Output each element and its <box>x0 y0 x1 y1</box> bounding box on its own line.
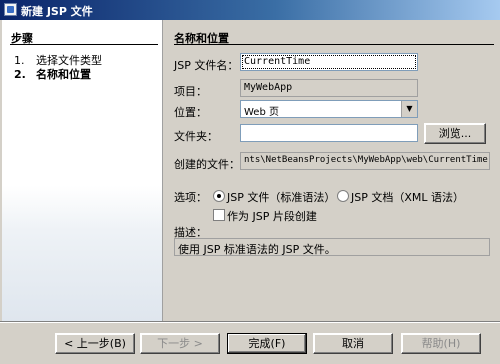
chevron-down-icon[interactable]: ▼ <box>401 101 417 117</box>
title-bar[interactable]: 新建 JSP 文件 <box>0 0 500 20</box>
folder-input[interactable] <box>240 124 418 142</box>
next-button[interactable]: 下一步 > <box>140 333 220 354</box>
radio-jsp-xml-label[interactable]: JSP 文档（XML 语法） <box>351 189 464 205</box>
app-icon <box>4 3 17 16</box>
step-2-number: 2. <box>14 68 26 81</box>
created-file-label: 创建的文件： <box>174 158 240 171</box>
project-field: MyWebApp <box>240 79 418 97</box>
folder-label: 文件夹： <box>174 130 218 143</box>
radio-jsp-standard-label[interactable]: JSP 文件（标准语法） <box>227 189 335 205</box>
filename-input[interactable]: CurrentTime <box>240 53 418 71</box>
name-location-panel: 名称和位置 JSP 文件名： CurrentTime 项目： MyWebApp … <box>164 20 498 321</box>
location-select[interactable]: Web 页 ▼ <box>240 100 418 118</box>
step-2: 2. 名称和位置 <box>14 66 91 82</box>
back-button[interactable]: < 上一步(B) <box>55 333 135 354</box>
created-file-field: nts\NetBeansProjects\MyWebApp\web\Curren… <box>240 152 490 170</box>
help-button[interactable]: 帮助(H) <box>401 333 481 354</box>
panel-divider <box>174 44 494 45</box>
steps-pane: 步骤 1. 选择文件类型 2. 名称和位置 <box>2 20 163 321</box>
filename-label: JSP 文件名： <box>174 59 239 72</box>
location-label: 位置： <box>174 106 207 119</box>
description-text: 使用 JSP 标准语法的 JSP 文件。 <box>174 238 490 256</box>
step-2-label: 名称和位置 <box>36 68 91 81</box>
new-jsp-file-dialog: 新建 JSP 文件 步骤 1. 选择文件类型 2. 名称和位置 名称和位置 JSP … <box>0 0 500 364</box>
segment-checkbox[interactable] <box>213 209 225 221</box>
project-label: 项目： <box>174 85 207 98</box>
radio-jsp-standard[interactable] <box>213 190 225 202</box>
location-selected-value: Web 页 <box>244 107 279 118</box>
window-title: 新建 JSP 文件 <box>21 5 93 18</box>
footer-divider <box>0 321 500 323</box>
cancel-button[interactable]: 取消 <box>313 333 393 354</box>
radio-jsp-xml[interactable] <box>337 190 349 202</box>
options-label: 选项： <box>174 191 207 204</box>
browse-button[interactable]: 浏览... <box>424 123 486 144</box>
segment-checkbox-label[interactable]: 作为 JSP 片段创建 <box>227 208 317 224</box>
steps-divider <box>10 44 158 45</box>
finish-button[interactable]: 完成(F) <box>227 333 307 354</box>
